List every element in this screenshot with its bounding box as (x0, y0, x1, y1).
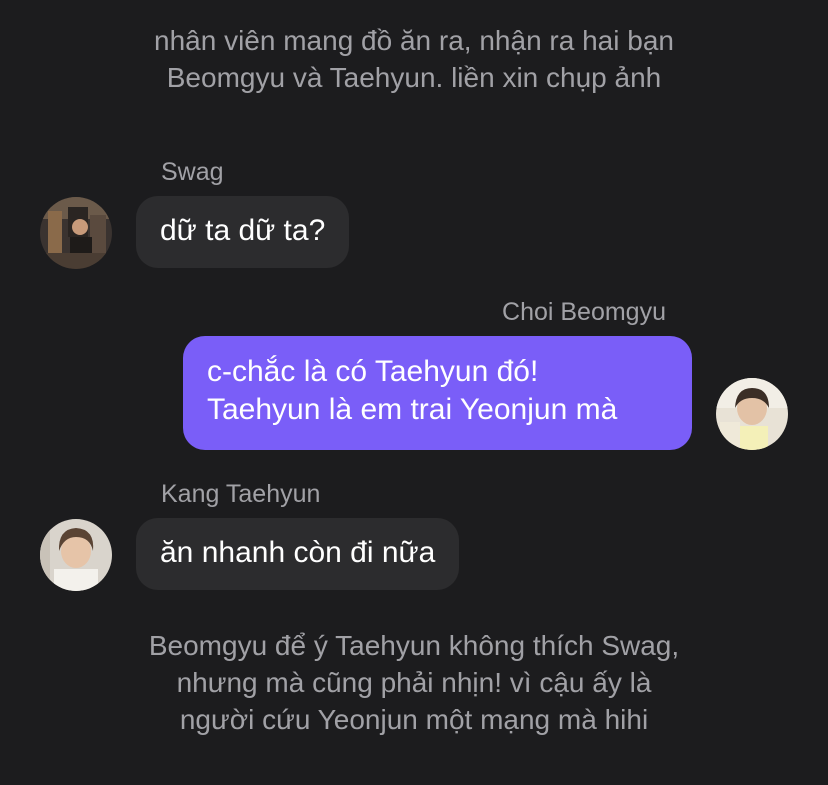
narration-line: nhưng mà cũng phải nhịn! vì cậu ấy là (176, 667, 652, 698)
narration-line: Beomgyu và Taehyun. liền xin chụp ảnh (166, 62, 662, 93)
message-text: c-chắc là có Taehyun đó! (207, 355, 539, 388)
narration-line: người cứu Yeonjun một mạng mà hihi (179, 704, 649, 735)
sender-name-choi-beomgyu: Choi Beomgyu (502, 298, 666, 326)
narration-line: nhân viên mang đồ ăn ra, nhận ra hai bạn (154, 25, 674, 56)
message-bubble-kang-taehyun[interactable]: ăn nhanh còn đi nữa (136, 518, 460, 590)
message-bubble-swag[interactable]: dữ ta dữ ta? (136, 196, 350, 268)
swag-avatar-icon[interactable] (40, 197, 112, 269)
narration-top: nhân viên mang đồ ăn ra, nhận ra hai bạn… (0, 22, 828, 96)
narration-bottom: Beomgyu để ý Taehyun không thích Swag, n… (0, 627, 828, 738)
message-text: Taehyun là em trai Yeonjun mà (207, 393, 618, 426)
message-text: ăn nhanh còn đi nữa (160, 536, 436, 569)
beomgyu-avatar-icon[interactable] (716, 378, 788, 450)
taehyun-avatar-icon[interactable] (40, 519, 112, 591)
sender-name-kang-taehyun: Kang Taehyun (161, 480, 321, 508)
narration-line: Beomgyu để ý Taehyun không thích Swag, (148, 630, 680, 661)
sender-name-swag: Swag (161, 158, 224, 186)
message-text: dữ ta dữ ta? (160, 214, 326, 247)
message-bubble-choi-beomgyu[interactable]: c-chắc là có Taehyun đó! Taehyun là em t… (183, 336, 692, 450)
